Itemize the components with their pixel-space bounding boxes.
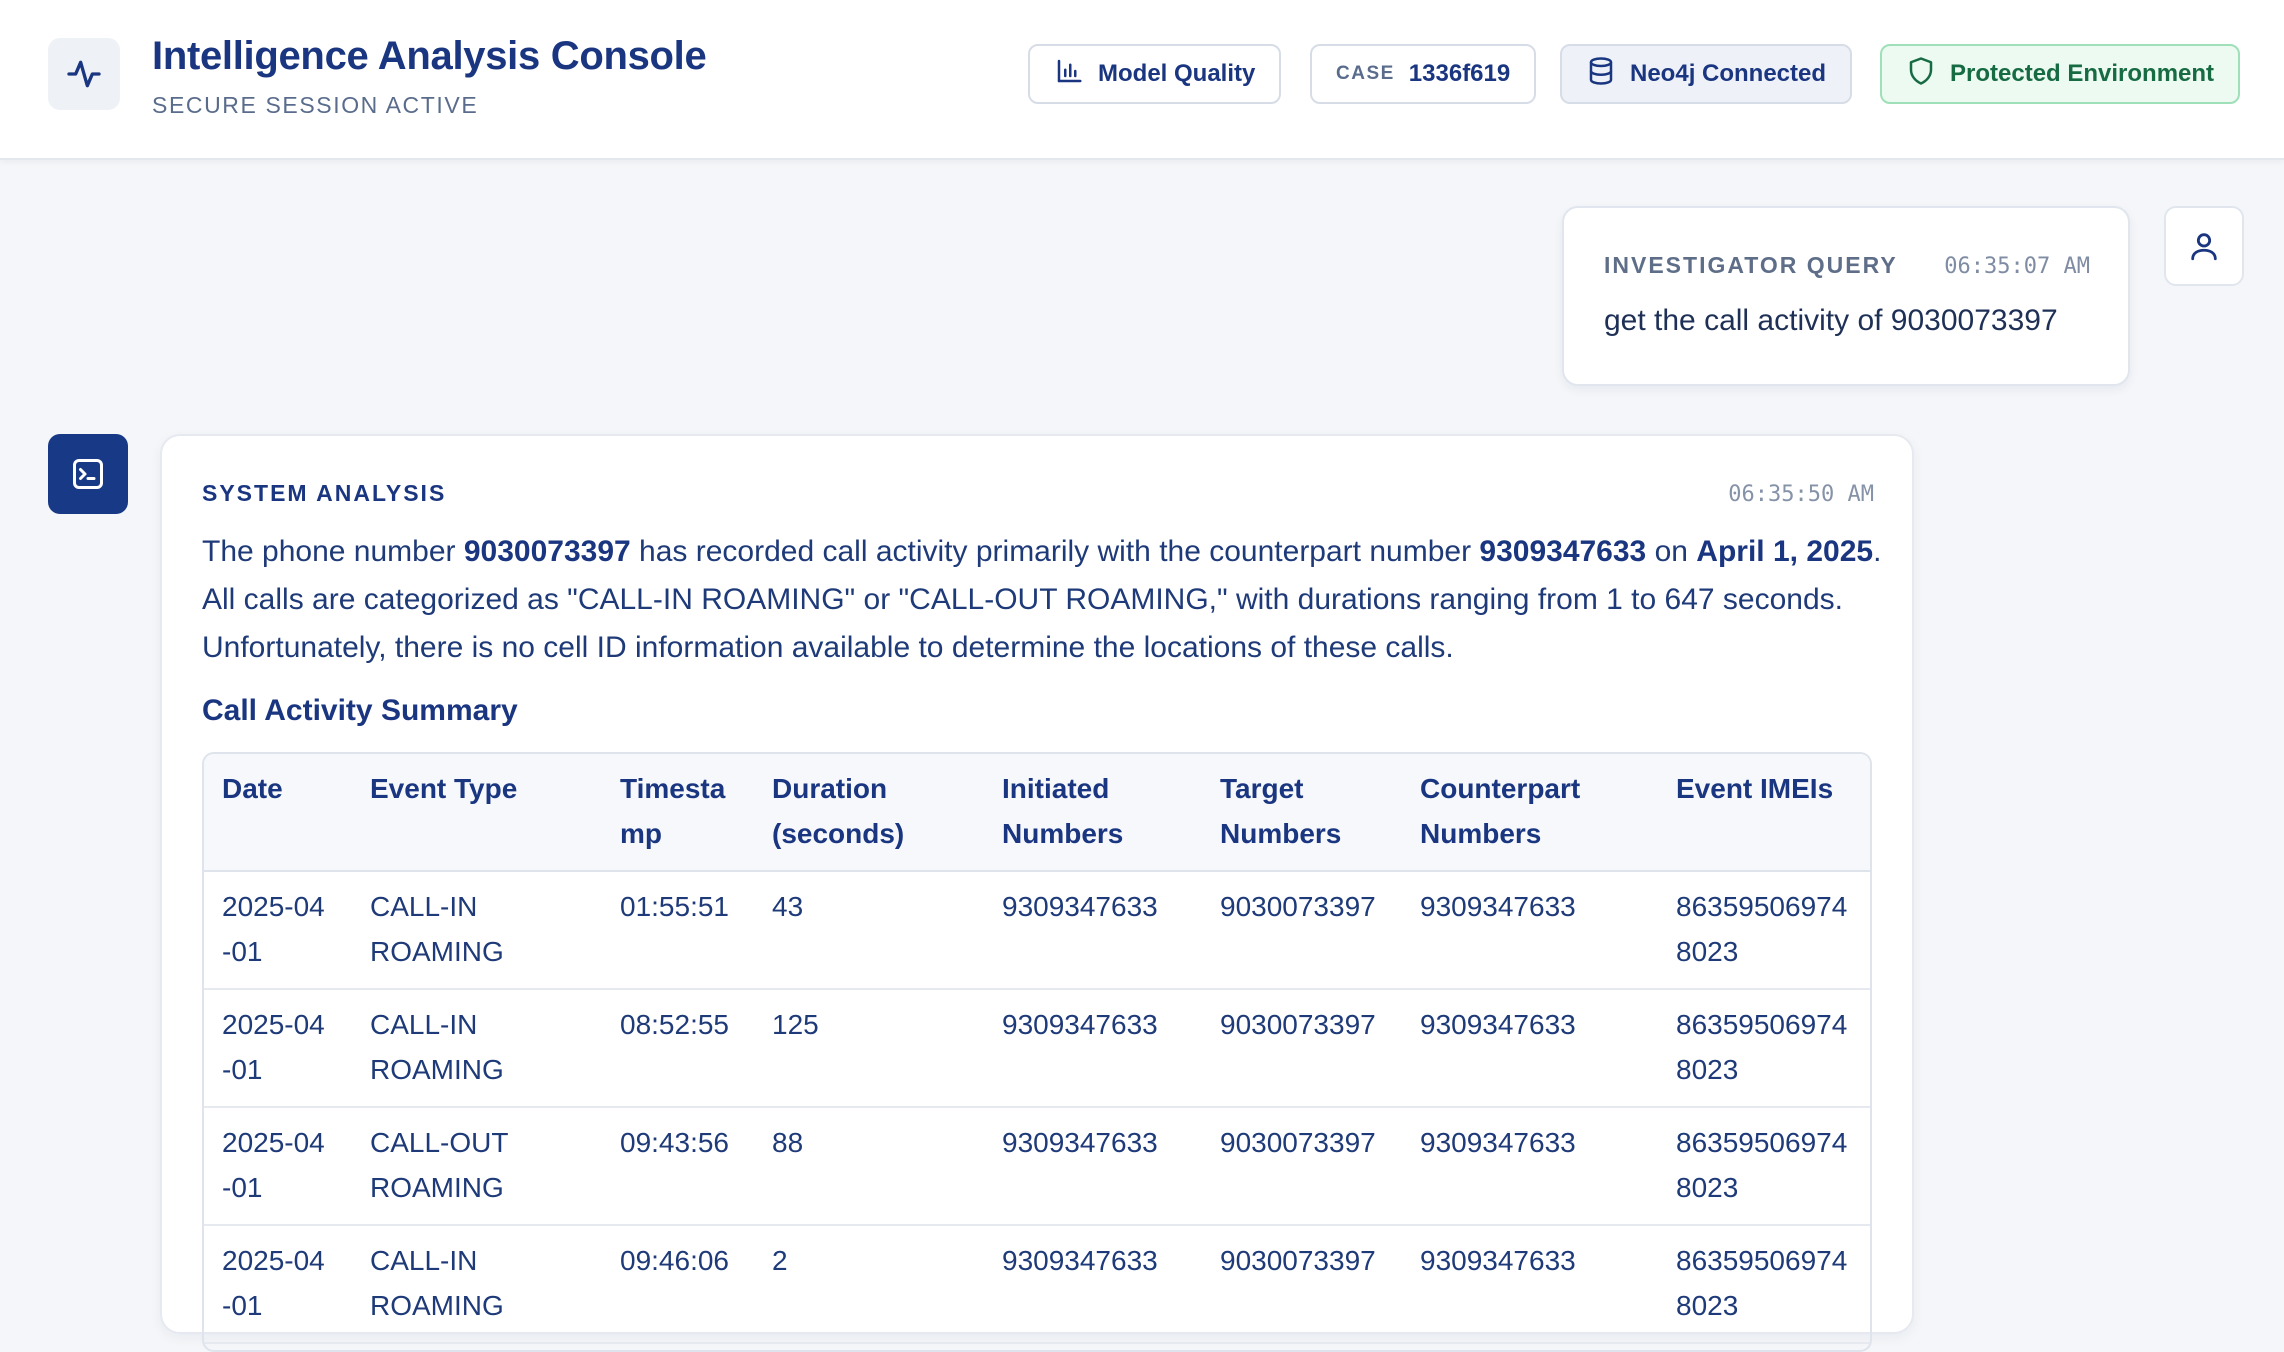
column-header: Duration (seconds)	[754, 754, 984, 871]
query-timestamp: 06:35:07 AM	[1944, 254, 2090, 279]
analysis-text: The phone number	[202, 535, 464, 568]
column-header: Event IMEIs	[1658, 754, 1870, 871]
table-cell: 9030073397	[1220, 891, 1376, 922]
model-quality-button[interactable]: Model Quality	[1028, 44, 1282, 104]
table-cell: 2025-04-01	[222, 1245, 325, 1321]
analysis-text: on	[1646, 535, 1697, 568]
table-cell: 9309347633	[1002, 1245, 1158, 1276]
analysis-paragraph: The phone number 9030073397 has recorded…	[202, 528, 1882, 672]
case-label: CASE	[1336, 63, 1395, 84]
session-status: SECURE SESSION ACTIVE	[152, 92, 479, 118]
table-cell: 9030073397	[1220, 1245, 1376, 1276]
analysis-target-number: 9030073397	[463, 535, 631, 568]
table-cell: 2025-04-01	[222, 1127, 325, 1203]
query-label: INVESTIGATOR QUERY	[1604, 252, 1898, 278]
protected-environment-badge: Protected Environment	[1880, 44, 2241, 104]
analysis-text: has recorded call activity primarily wit…	[630, 535, 1480, 568]
query-text: get the call activity of 9030073397	[1604, 304, 2058, 337]
model-quality-label: Model Quality	[1098, 60, 1256, 87]
neo4j-status-label: Neo4j Connected	[1630, 60, 1827, 87]
table-cell: 9309347633	[1002, 1009, 1158, 1040]
table-cell: 863595069748023	[1676, 1245, 1848, 1321]
column-header: Target Numbers	[1202, 754, 1402, 871]
table-header-row: Date Event Type Timestamp Duration (seco…	[204, 754, 1870, 871]
table-row: 2025-04-01 CALL-IN ROAMING 09:46:06 2 93…	[204, 1225, 1870, 1343]
column-header: Date	[204, 754, 352, 871]
terminal-icon	[48, 434, 128, 514]
table-cell: 9309347633	[1002, 1127, 1158, 1158]
table-cell: 09:43:56	[620, 1127, 729, 1158]
table-cell: 2025-04-01	[222, 891, 325, 967]
analysis-date: April 1, 2025	[1696, 535, 1874, 568]
table-cell: 9309347633	[1420, 1127, 1576, 1158]
table-cell: 125	[772, 1009, 819, 1040]
table-cell: CALL-IN ROAMING	[370, 1245, 504, 1321]
neo4j-status-badge: Neo4j Connected	[1560, 44, 1853, 104]
shield-icon	[1906, 56, 1936, 93]
table-cell: CALL-OUT ROAMING	[370, 1127, 508, 1203]
bar-chart-icon	[1054, 56, 1084, 93]
table-cell: 9030073397	[1220, 1009, 1376, 1040]
table-row: 2025-04-01 CALL-OUT ROAMING 09:43:56 88 …	[204, 1107, 1870, 1225]
case-badge: CASE 1336f619	[1310, 44, 1537, 104]
table-row: 2025-04-01 CALL-IN ROAMING 08:52:55 125 …	[204, 989, 1870, 1107]
table-cell: 863595069748023	[1676, 1009, 1848, 1085]
call-activity-table: Date Event Type Timestamp Duration (seco…	[202, 752, 1872, 1352]
database-icon	[1586, 56, 1616, 93]
table-cell: 9309347633	[1002, 891, 1158, 922]
table-cell: 01:55:51	[620, 891, 729, 922]
protected-environment-label: Protected Environment	[1950, 60, 2215, 87]
system-analysis-message: SYSTEM ANALYSIS 06:35:50 AM The phone nu…	[160, 434, 1914, 1352]
table-cell: 9030073397	[1220, 1127, 1376, 1158]
table-cell: 88	[772, 1127, 804, 1158]
column-header: Counterpart Numbers	[1402, 754, 1658, 871]
table-row: 2025-04-01 CALL-IN ROAMING 01:55:51 43 9…	[204, 871, 1870, 989]
table-cell: 9309347633	[1420, 1245, 1576, 1276]
table-cell: CALL-IN ROAMING	[370, 891, 504, 967]
column-header: Initiated Numbers	[984, 754, 1202, 871]
analysis-counterpart-number: 9309347633	[1479, 535, 1647, 568]
investigator-query-message: INVESTIGATOR QUERY 06:35:07 AM get the c…	[1562, 206, 2130, 386]
section-title: Call Activity Summary	[202, 694, 518, 727]
table-cell: 9309347633	[1420, 1009, 1576, 1040]
case-id: 1336f619	[1408, 60, 1511, 87]
table-cell: 9309347633	[1420, 891, 1576, 922]
column-header: Event Type	[352, 754, 602, 871]
app-header: Intelligence Analysis Console SECURE SES…	[0, 0, 2284, 160]
table-cell: 863595069748023	[1676, 1127, 1848, 1203]
table-cell: CALL-IN ROAMING	[370, 1009, 504, 1085]
response-label: SYSTEM ANALYSIS	[202, 480, 447, 506]
table-cell: 2025-04-01	[222, 1009, 325, 1085]
table-cell: 09:46:06	[620, 1245, 729, 1276]
table-cell: 863595069748023	[1676, 891, 1848, 967]
table-cell: 2	[772, 1245, 788, 1276]
table-cell: 08:52:55	[620, 1009, 729, 1040]
activity-pulse-icon	[48, 38, 120, 110]
app-title: Intelligence Analysis Console	[152, 34, 707, 78]
column-header: Timestamp	[602, 754, 754, 871]
table-cell: 43	[772, 891, 804, 922]
user-avatar-icon	[2164, 206, 2244, 286]
response-timestamp: 06:35:50 AM	[1728, 482, 1874, 507]
